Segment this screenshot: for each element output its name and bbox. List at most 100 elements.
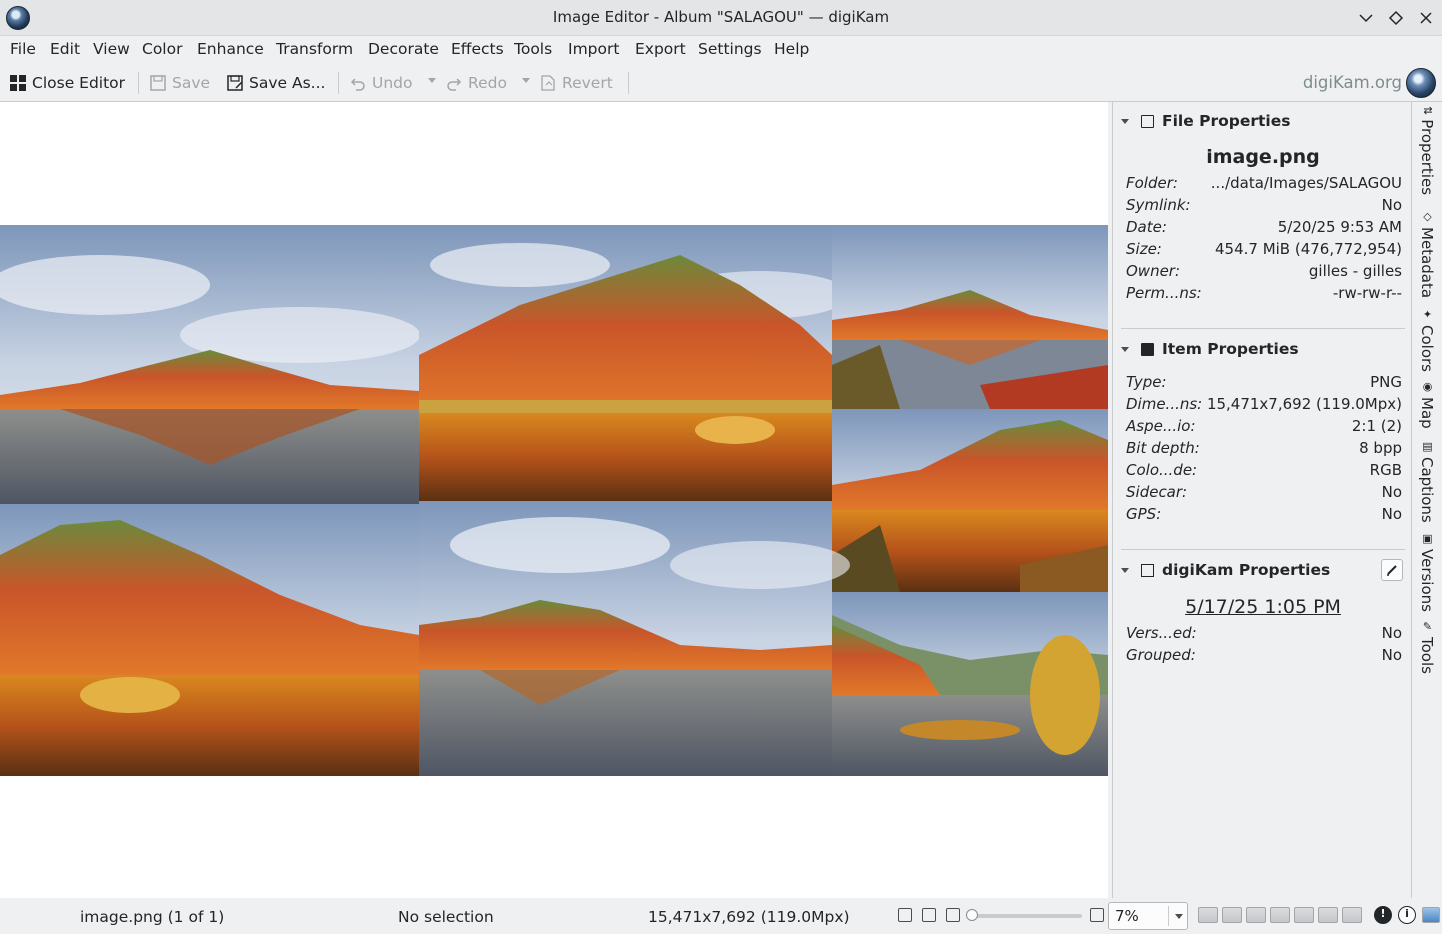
toolbar-separator bbox=[628, 72, 629, 94]
file-properties-title: File Properties bbox=[1162, 112, 1291, 130]
revert-button[interactable]: Revert bbox=[540, 72, 613, 94]
save-as-button[interactable]: Save As... bbox=[227, 72, 325, 94]
close-window-icon[interactable] bbox=[1414, 6, 1438, 30]
prop-key: Colo...de: bbox=[1126, 461, 1198, 479]
file-properties-header[interactable]: File Properties bbox=[1121, 112, 1291, 130]
prop-key: Bit depth: bbox=[1126, 439, 1200, 457]
prop-value: No bbox=[1381, 196, 1402, 214]
versions-icon: ▣ bbox=[1421, 532, 1434, 545]
prop-value: RGB bbox=[1369, 461, 1402, 479]
menu-edit[interactable]: Edit bbox=[50, 40, 80, 58]
menu-decorate[interactable]: Decorate bbox=[368, 40, 439, 58]
save-as-label: Save As... bbox=[249, 74, 326, 92]
zoom-out-icon[interactable] bbox=[946, 908, 960, 922]
menu-tools[interactable]: Tools bbox=[514, 40, 552, 58]
item-prop-row: Type: PNG bbox=[1126, 373, 1402, 395]
item-prop-row: Colo...de: RGB bbox=[1126, 461, 1402, 483]
menu-export[interactable]: Export bbox=[635, 40, 686, 58]
menu-help[interactable]: Help bbox=[774, 40, 809, 58]
tab-map[interactable]: ◉ Map bbox=[1418, 380, 1436, 429]
brand-label[interactable]: digiKam.org bbox=[1303, 73, 1402, 92]
tab-captions[interactable]: ▤ Captions bbox=[1418, 440, 1436, 523]
digikam-brand-logo-icon[interactable] bbox=[1406, 68, 1436, 98]
close-editor-button[interactable]: Close Editor bbox=[10, 72, 125, 94]
tab-label: Tools bbox=[1418, 637, 1436, 674]
tab-label: Properties bbox=[1418, 119, 1436, 196]
save-icon bbox=[150, 75, 166, 91]
overexposure-indicator-icon[interactable] bbox=[1222, 907, 1242, 923]
save-as-icon bbox=[227, 75, 243, 91]
item-prop-row: Bit depth: 8 bpp bbox=[1126, 439, 1402, 461]
menu-import[interactable]: Import bbox=[568, 40, 619, 58]
collapse-arrow-icon[interactable] bbox=[1121, 567, 1129, 573]
collapse-arrow-icon[interactable] bbox=[1121, 118, 1129, 124]
prop-key: Owner: bbox=[1126, 262, 1181, 280]
chevron-down-icon[interactable] bbox=[1175, 914, 1183, 919]
prop-key: GPS: bbox=[1126, 505, 1162, 523]
undo-label: Undo bbox=[372, 74, 413, 92]
info-filled-icon[interactable]: ! bbox=[1374, 906, 1392, 924]
prop-value: 2:1 (2) bbox=[1351, 417, 1402, 435]
zoom-combobox[interactable]: 7% bbox=[1108, 902, 1188, 930]
properties-icon: ⇅ bbox=[1421, 106, 1434, 116]
digikam-date-link[interactable]: 5/17/25 1:05 PM bbox=[1113, 596, 1413, 618]
menu-file[interactable]: File bbox=[10, 40, 36, 58]
redo-icon bbox=[446, 75, 462, 91]
redo-button[interactable]: Redo bbox=[446, 72, 507, 94]
item-properties-header[interactable]: Item Properties bbox=[1121, 340, 1299, 358]
menu-transform[interactable]: Transform bbox=[276, 40, 353, 58]
tab-label: Metadata bbox=[1418, 227, 1436, 299]
metadata-icon: ◇ bbox=[1421, 210, 1434, 223]
before-after-view-icon[interactable] bbox=[1294, 907, 1314, 923]
status-selection: No selection bbox=[398, 908, 494, 926]
histogram-view-icon[interactable] bbox=[1342, 907, 1362, 923]
colors-icon: ✦ bbox=[1421, 308, 1434, 321]
menu-settings[interactable]: Settings bbox=[698, 40, 762, 58]
image-canvas[interactable] bbox=[0, 102, 1108, 898]
tab-metadata[interactable]: ◇ Metadata bbox=[1418, 210, 1436, 298]
zoom-slider[interactable] bbox=[966, 909, 1082, 921]
undo-button[interactable]: Undo bbox=[350, 72, 413, 94]
redo-dropdown-icon[interactable] bbox=[522, 78, 530, 83]
zoom-slider-handle[interactable] bbox=[966, 909, 978, 921]
item-prop-row: Aspe...io: 2:1 (2) bbox=[1126, 417, 1402, 439]
digikam-properties-header[interactable]: digiKam Properties bbox=[1121, 561, 1330, 579]
info-outline-icon[interactable]: i bbox=[1398, 906, 1416, 924]
tab-colors[interactable]: ✦ Colors bbox=[1418, 308, 1436, 372]
redo-label: Redo bbox=[468, 74, 507, 92]
tab-versions[interactable]: ▣ Versions bbox=[1418, 532, 1436, 612]
display-icon[interactable] bbox=[1422, 907, 1440, 923]
tab-tools[interactable]: ✎ Tools bbox=[1418, 620, 1436, 674]
color-managed-view-icon[interactable] bbox=[1246, 907, 1266, 923]
item-properties-title: Item Properties bbox=[1162, 340, 1299, 358]
file-prop-row: Date: 5/20/25 9:53 AM bbox=[1126, 218, 1402, 240]
zoom-in-icon[interactable] bbox=[1090, 908, 1104, 922]
save-button[interactable]: Save bbox=[150, 72, 210, 94]
undo-dropdown-icon[interactable] bbox=[428, 78, 436, 83]
file-prop-row: Owner: gilles - gilles bbox=[1126, 262, 1402, 284]
prop-value: PNG bbox=[1370, 373, 1402, 391]
zoom-fit-window-icon[interactable] bbox=[922, 908, 936, 922]
menu-effects[interactable]: Effects bbox=[451, 40, 504, 58]
compare-view-icon[interactable] bbox=[1318, 907, 1338, 923]
tab-properties[interactable]: ⇅ Properties bbox=[1418, 106, 1436, 195]
edit-pencil-button[interactable] bbox=[1381, 559, 1403, 581]
zoom-fit-selection-icon[interactable] bbox=[898, 908, 912, 922]
prop-value: gilles - gilles bbox=[1308, 262, 1402, 280]
menu-enhance[interactable]: Enhance bbox=[197, 40, 264, 58]
combobox-divider bbox=[1168, 906, 1169, 926]
status-bar: image.png (1 of 1) No selection 15,471x7… bbox=[0, 898, 1442, 934]
save-label: Save bbox=[172, 74, 211, 92]
collapse-arrow-icon[interactable] bbox=[1121, 346, 1129, 352]
menu-color[interactable]: Color bbox=[142, 40, 182, 58]
softproof-view-icon[interactable] bbox=[1270, 907, 1290, 923]
captions-icon: ▤ bbox=[1421, 440, 1434, 453]
underexposure-indicator-icon[interactable] bbox=[1198, 907, 1218, 923]
minimize-icon[interactable] bbox=[1354, 6, 1378, 30]
revert-label: Revert bbox=[562, 74, 613, 92]
maximize-icon[interactable] bbox=[1384, 6, 1408, 30]
prop-key: Date: bbox=[1126, 218, 1167, 236]
menu-view[interactable]: View bbox=[93, 40, 130, 58]
digikam-properties-title: digiKam Properties bbox=[1162, 561, 1331, 579]
tab-label: Versions bbox=[1418, 549, 1436, 612]
